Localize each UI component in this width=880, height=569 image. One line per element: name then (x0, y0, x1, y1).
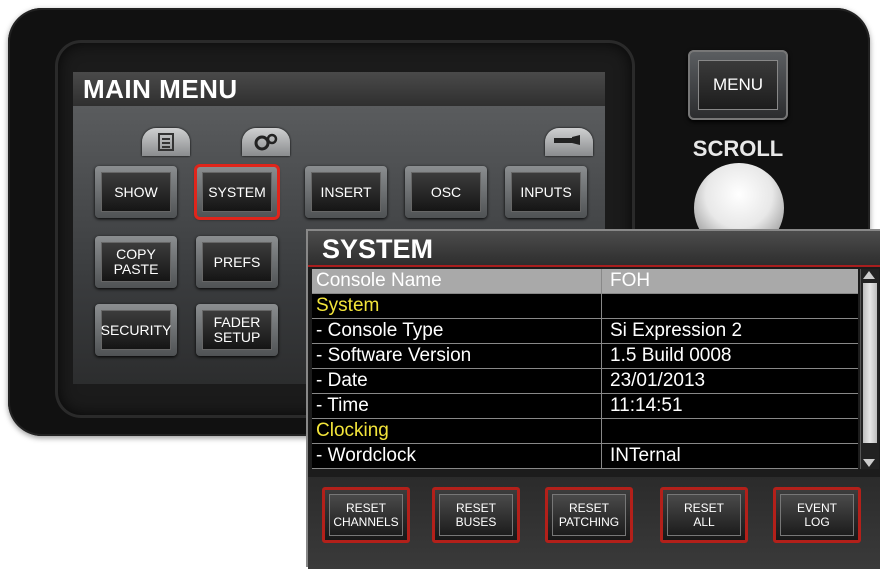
row-key: Clocking (312, 419, 602, 444)
security-button[interactable]: SECURITY (95, 304, 177, 356)
scroll-up-arrow-icon[interactable] (863, 271, 875, 279)
row-key: - Software Version (312, 344, 602, 369)
gears-icon[interactable] (242, 128, 290, 156)
row-key: - Console Type (312, 319, 602, 344)
row-key: System (312, 294, 602, 319)
row-value: FOH (602, 269, 858, 294)
row-value: INTernal (602, 444, 858, 469)
list-icon[interactable] (142, 128, 190, 156)
row-value: Si Expression 2 (602, 319, 858, 344)
table-row[interactable]: System (312, 294, 858, 319)
connector-icon[interactable] (545, 128, 593, 156)
table-row[interactable]: - Software Version 1.5 Build 0008 (312, 344, 858, 369)
reset-patching-button[interactable]: RESET PATCHING (545, 487, 633, 543)
scroll-label: SCROLL (692, 136, 784, 161)
reset-channels-button[interactable]: RESET CHANNELS (322, 487, 410, 543)
row-value: 23/01/2013 (602, 369, 858, 394)
row-value: 11:14:51 (602, 394, 858, 419)
menu-hardware-button[interactable]: MENU (688, 50, 788, 120)
main-menu-title: MAIN MENU (73, 72, 605, 106)
show-button[interactable]: SHOW (95, 166, 177, 218)
fader-setup-button[interactable]: FADER SETUP (196, 304, 278, 356)
table-scrollbar[interactable] (860, 269, 879, 469)
system-panel-title: SYSTEM (308, 231, 880, 267)
system-panel: SYSTEM Console Name FOH System - Console… (306, 229, 880, 569)
prefs-button[interactable]: PREFS (196, 236, 278, 288)
osc-button[interactable]: OSC (405, 166, 487, 218)
table-row[interactable]: - Console Type Si Expression 2 (312, 319, 858, 344)
row-key: - Date (312, 369, 602, 394)
table-row[interactable]: Console Name FOH (312, 269, 858, 294)
table-row[interactable]: - Wordclock INTernal (312, 444, 858, 469)
table-row[interactable]: Clocking (312, 419, 858, 444)
reset-all-button[interactable]: RESET ALL (660, 487, 748, 543)
event-log-button[interactable]: EVENT LOG (773, 487, 861, 543)
menu-hardware-label: MENU (698, 60, 778, 110)
insert-button[interactable]: INSERT (305, 166, 387, 218)
table-row[interactable]: - Time 11:14:51 (312, 394, 858, 419)
system-button[interactable]: SYSTEM (194, 164, 280, 220)
row-value (602, 294, 858, 319)
system-info-table: Console Name FOH System - Console Type S… (312, 269, 858, 469)
row-key: Console Name (312, 269, 602, 294)
row-key: - Wordclock (312, 444, 602, 469)
scrollbar-thumb[interactable] (863, 283, 877, 443)
row-value: 1.5 Build 0008 (602, 344, 858, 369)
copy-paste-button[interactable]: COPY PASTE (95, 236, 177, 288)
row-value (602, 419, 858, 444)
inputs-button[interactable]: INPUTS (505, 166, 587, 218)
row-key: - Time (312, 394, 602, 419)
reset-buses-button[interactable]: RESET BUSES (432, 487, 520, 543)
scroll-down-arrow-icon[interactable] (863, 459, 875, 467)
table-row[interactable]: - Date 23/01/2013 (312, 369, 858, 394)
